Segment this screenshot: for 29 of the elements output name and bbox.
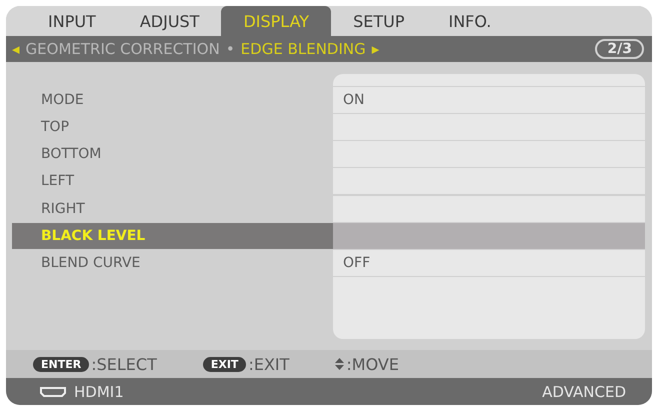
menu-tab[interactable]: SETUP — [331, 6, 426, 36]
menu-tab[interactable]: DISPLAY — [221, 6, 332, 36]
page-indicator: 2/3 — [595, 39, 644, 59]
input-source: HDMI1 — [74, 382, 124, 400]
menu-item[interactable]: BLEND CURVE — [12, 250, 333, 276]
picture-mode: ADVANCED — [542, 382, 626, 400]
up-down-icon — [335, 358, 344, 370]
menu-tab[interactable]: INPUT — [26, 6, 118, 36]
breadcrumb-separator: • — [226, 40, 235, 58]
menu-item[interactable]: BLACK LEVEL — [12, 222, 333, 249]
hint-label: :EXIT — [248, 354, 290, 374]
setting-value: ON — [333, 87, 645, 114]
setting-value: OFF — [333, 250, 645, 276]
menu-tab[interactable]: INFO. — [426, 6, 514, 36]
key-badge: EXIT — [202, 356, 246, 372]
menu-item[interactable]: BOTTOM — [12, 141, 333, 168]
breadcrumb-item[interactable]: EDGE BLENDING — [240, 40, 366, 58]
menu-item[interactable]: RIGHT — [12, 196, 333, 222]
menu-item[interactable]: LEFT — [12, 168, 333, 194]
menu-item[interactable]: TOP — [12, 114, 333, 140]
menu-tab[interactable]: ADJUST — [118, 6, 222, 36]
next-arrow[interactable]: ▸ — [372, 40, 380, 58]
menu-item[interactable]: MODE — [12, 87, 333, 114]
breadcrumb-item[interactable]: GEOMETRIC CORRECTION — [26, 40, 220, 58]
key-badge: ENTER — [33, 356, 90, 372]
hdmi-port-icon — [40, 386, 66, 396]
hint-label: :SELECT — [91, 354, 157, 374]
previous-arrow[interactable]: ◂ — [12, 40, 20, 58]
hint-label: :MOVE — [346, 354, 399, 374]
